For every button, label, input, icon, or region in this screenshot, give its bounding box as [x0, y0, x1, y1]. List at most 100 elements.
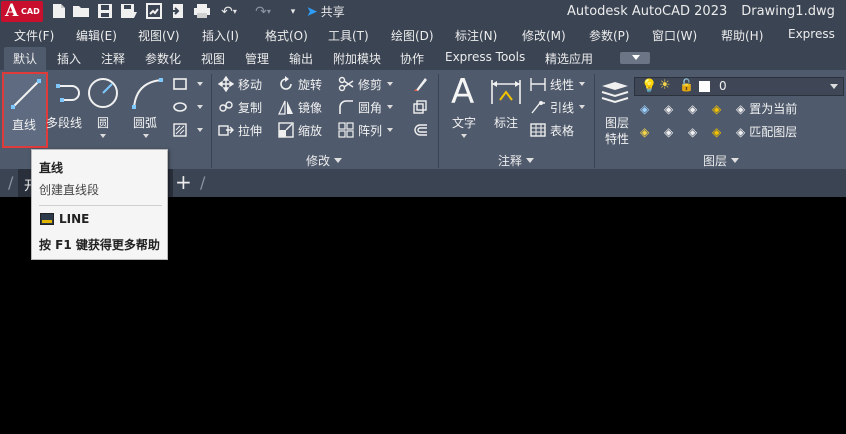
- circle-dropdown-icon[interactable]: [100, 134, 106, 141]
- tab-divider: /: [8, 173, 14, 192]
- stretch-button[interactable]: 拉伸: [218, 122, 262, 140]
- new-file-icon[interactable]: [51, 3, 67, 21]
- rectangle-button[interactable]: [172, 76, 203, 94]
- tab-insert[interactable]: 插入: [57, 50, 81, 67]
- scale-button[interactable]: 缩放: [278, 122, 322, 140]
- tab-featured-apps[interactable]: 精选应用: [545, 50, 593, 67]
- menu-format[interactable]: 格式(O): [265, 27, 308, 44]
- circle-button[interactable]: 圆: [86, 72, 120, 148]
- menu-file[interactable]: 文件(F): [14, 27, 54, 44]
- circle-icon: [88, 78, 118, 108]
- layer-dropdown[interactable]: 💡 ☀ 🔓 0: [634, 77, 844, 96]
- menu-draw[interactable]: 绘图(D): [391, 27, 434, 44]
- make-current-button[interactable]: ◈ 置为当前: [736, 100, 797, 118]
- undo-icon[interactable]: ↶▾: [218, 3, 240, 21]
- layer-thaw-button[interactable]: ◈: [688, 123, 697, 141]
- menu-view[interactable]: 视图(V): [138, 27, 180, 44]
- polyline-button[interactable]: 多段线: [46, 72, 86, 148]
- tab-express-tools[interactable]: Express Tools: [445, 50, 525, 64]
- array-button[interactable]: 阵列: [338, 122, 394, 140]
- tab-add-ins[interactable]: 附加模块: [333, 50, 381, 67]
- menu-edit[interactable]: 编辑(E): [76, 27, 117, 44]
- rotate-button[interactable]: 旋转: [278, 76, 322, 94]
- fillet-button[interactable]: 圆角: [338, 99, 394, 117]
- tab-annotate[interactable]: 注释: [101, 50, 125, 67]
- text-button[interactable]: A 文字: [445, 72, 483, 148]
- move-button[interactable]: 移动: [218, 76, 262, 94]
- layer-properties-label-1: 图层: [605, 116, 630, 130]
- menu-dimension[interactable]: 标注(N): [455, 27, 497, 44]
- table-button[interactable]: 表格: [530, 122, 574, 140]
- layer-unlock-icon: ◈: [712, 125, 722, 139]
- layer-freeze-button[interactable]: ◈: [688, 100, 697, 118]
- tab-home[interactable]: 默认: [4, 47, 47, 70]
- tab-parametric[interactable]: 参数化: [145, 50, 181, 67]
- linear-dropdown-icon[interactable]: [579, 82, 586, 89]
- unlock-icon: 🔓: [679, 78, 694, 92]
- layer-off-button[interactable]: ◈: [640, 100, 649, 118]
- rectangle-dropdown-icon[interactable]: [197, 82, 203, 89]
- arc-dropdown-icon[interactable]: [143, 134, 149, 141]
- menu-parametric[interactable]: 参数(P): [589, 27, 630, 44]
- tab-manage[interactable]: 管理: [245, 50, 269, 67]
- autocad-logo[interactable]: A CAD: [1, 1, 43, 22]
- modify-panel-title[interactable]: 修改: [306, 152, 343, 169]
- line-button[interactable]: 直线: [2, 72, 48, 148]
- leader-button[interactable]: 引线: [530, 99, 586, 117]
- new-tab-plus-icon[interactable]: +: [175, 170, 192, 194]
- share-label: 共享: [320, 5, 345, 19]
- save-as-icon[interactable]: [120, 3, 138, 21]
- tab-collaborate[interactable]: 协作: [400, 50, 424, 67]
- mirror-button[interactable]: 镜像: [278, 99, 322, 117]
- offset-button[interactable]: [412, 122, 432, 140]
- save-icon[interactable]: [97, 3, 113, 21]
- linear-button[interactable]: 线性: [530, 76, 586, 94]
- trim-dropdown-icon[interactable]: [387, 82, 394, 89]
- menu-help[interactable]: 帮助(H): [721, 27, 763, 44]
- hatch-dropdown-icon[interactable]: [197, 105, 203, 112]
- menu-insert[interactable]: 插入(I): [202, 27, 239, 44]
- layers-panel-title[interactable]: 图层: [703, 152, 740, 169]
- match-layer-button[interactable]: ◈ 匹配图层: [736, 123, 797, 141]
- fillet-dropdown-icon[interactable]: [387, 105, 394, 112]
- layer-isolate-button[interactable]: ◈: [664, 100, 673, 118]
- trim-button[interactable]: 修剪: [338, 76, 394, 94]
- menu-express[interactable]: Express: [788, 27, 835, 41]
- layer-unisolate-button[interactable]: ◈: [664, 123, 673, 141]
- layer-unlock-button[interactable]: ◈: [712, 123, 721, 141]
- layer-properties-button[interactable]: 图层 特性: [598, 72, 634, 148]
- text-dropdown-icon[interactable]: [461, 134, 467, 141]
- layer-lock-button[interactable]: ◈: [712, 100, 721, 118]
- copy-icon: [219, 101, 233, 112]
- menu-modify[interactable]: 修改(M): [522, 27, 566, 44]
- copy-button[interactable]: 复制: [218, 99, 262, 117]
- gradient-button[interactable]: [172, 122, 203, 140]
- dimension-button[interactable]: 标注: [488, 72, 524, 148]
- export-icon[interactable]: [170, 3, 186, 21]
- array-dropdown-icon[interactable]: [387, 128, 394, 135]
- share-button[interactable]: ➤ 共享: [306, 3, 345, 21]
- erase-button[interactable]: [412, 76, 432, 94]
- line-label: 直线: [12, 118, 37, 132]
- explode-button[interactable]: [412, 99, 432, 117]
- gradient-dropdown-icon[interactable]: [197, 128, 203, 135]
- layer-color-swatch: [699, 81, 710, 92]
- open-folder-icon[interactable]: [72, 3, 90, 21]
- menu-window[interactable]: 窗口(W): [652, 27, 697, 44]
- menu-tools[interactable]: 工具(T): [328, 27, 369, 44]
- match-layer-label: 匹配图层: [749, 125, 798, 139]
- arc-button[interactable]: 圆弧: [126, 72, 166, 148]
- plot-icon[interactable]: [193, 3, 211, 21]
- layer-isolate-icon: ◈: [664, 102, 674, 116]
- layer-on-button[interactable]: ◈: [640, 123, 649, 141]
- redo-icon[interactable]: ↷▾: [252, 3, 274, 21]
- tab-view[interactable]: 视图: [201, 50, 225, 67]
- chevron-down-icon: [334, 158, 343, 167]
- leader-dropdown-icon[interactable]: [579, 105, 586, 112]
- annotation-panel-title[interactable]: 注释: [498, 152, 535, 169]
- customize-quick-access-icon[interactable]: ▾: [286, 3, 300, 21]
- hatch-button[interactable]: [172, 99, 203, 117]
- ribbon-toggle-button[interactable]: [620, 52, 650, 64]
- tab-output[interactable]: 输出: [289, 50, 313, 67]
- web-mobile-icon[interactable]: [146, 3, 162, 21]
